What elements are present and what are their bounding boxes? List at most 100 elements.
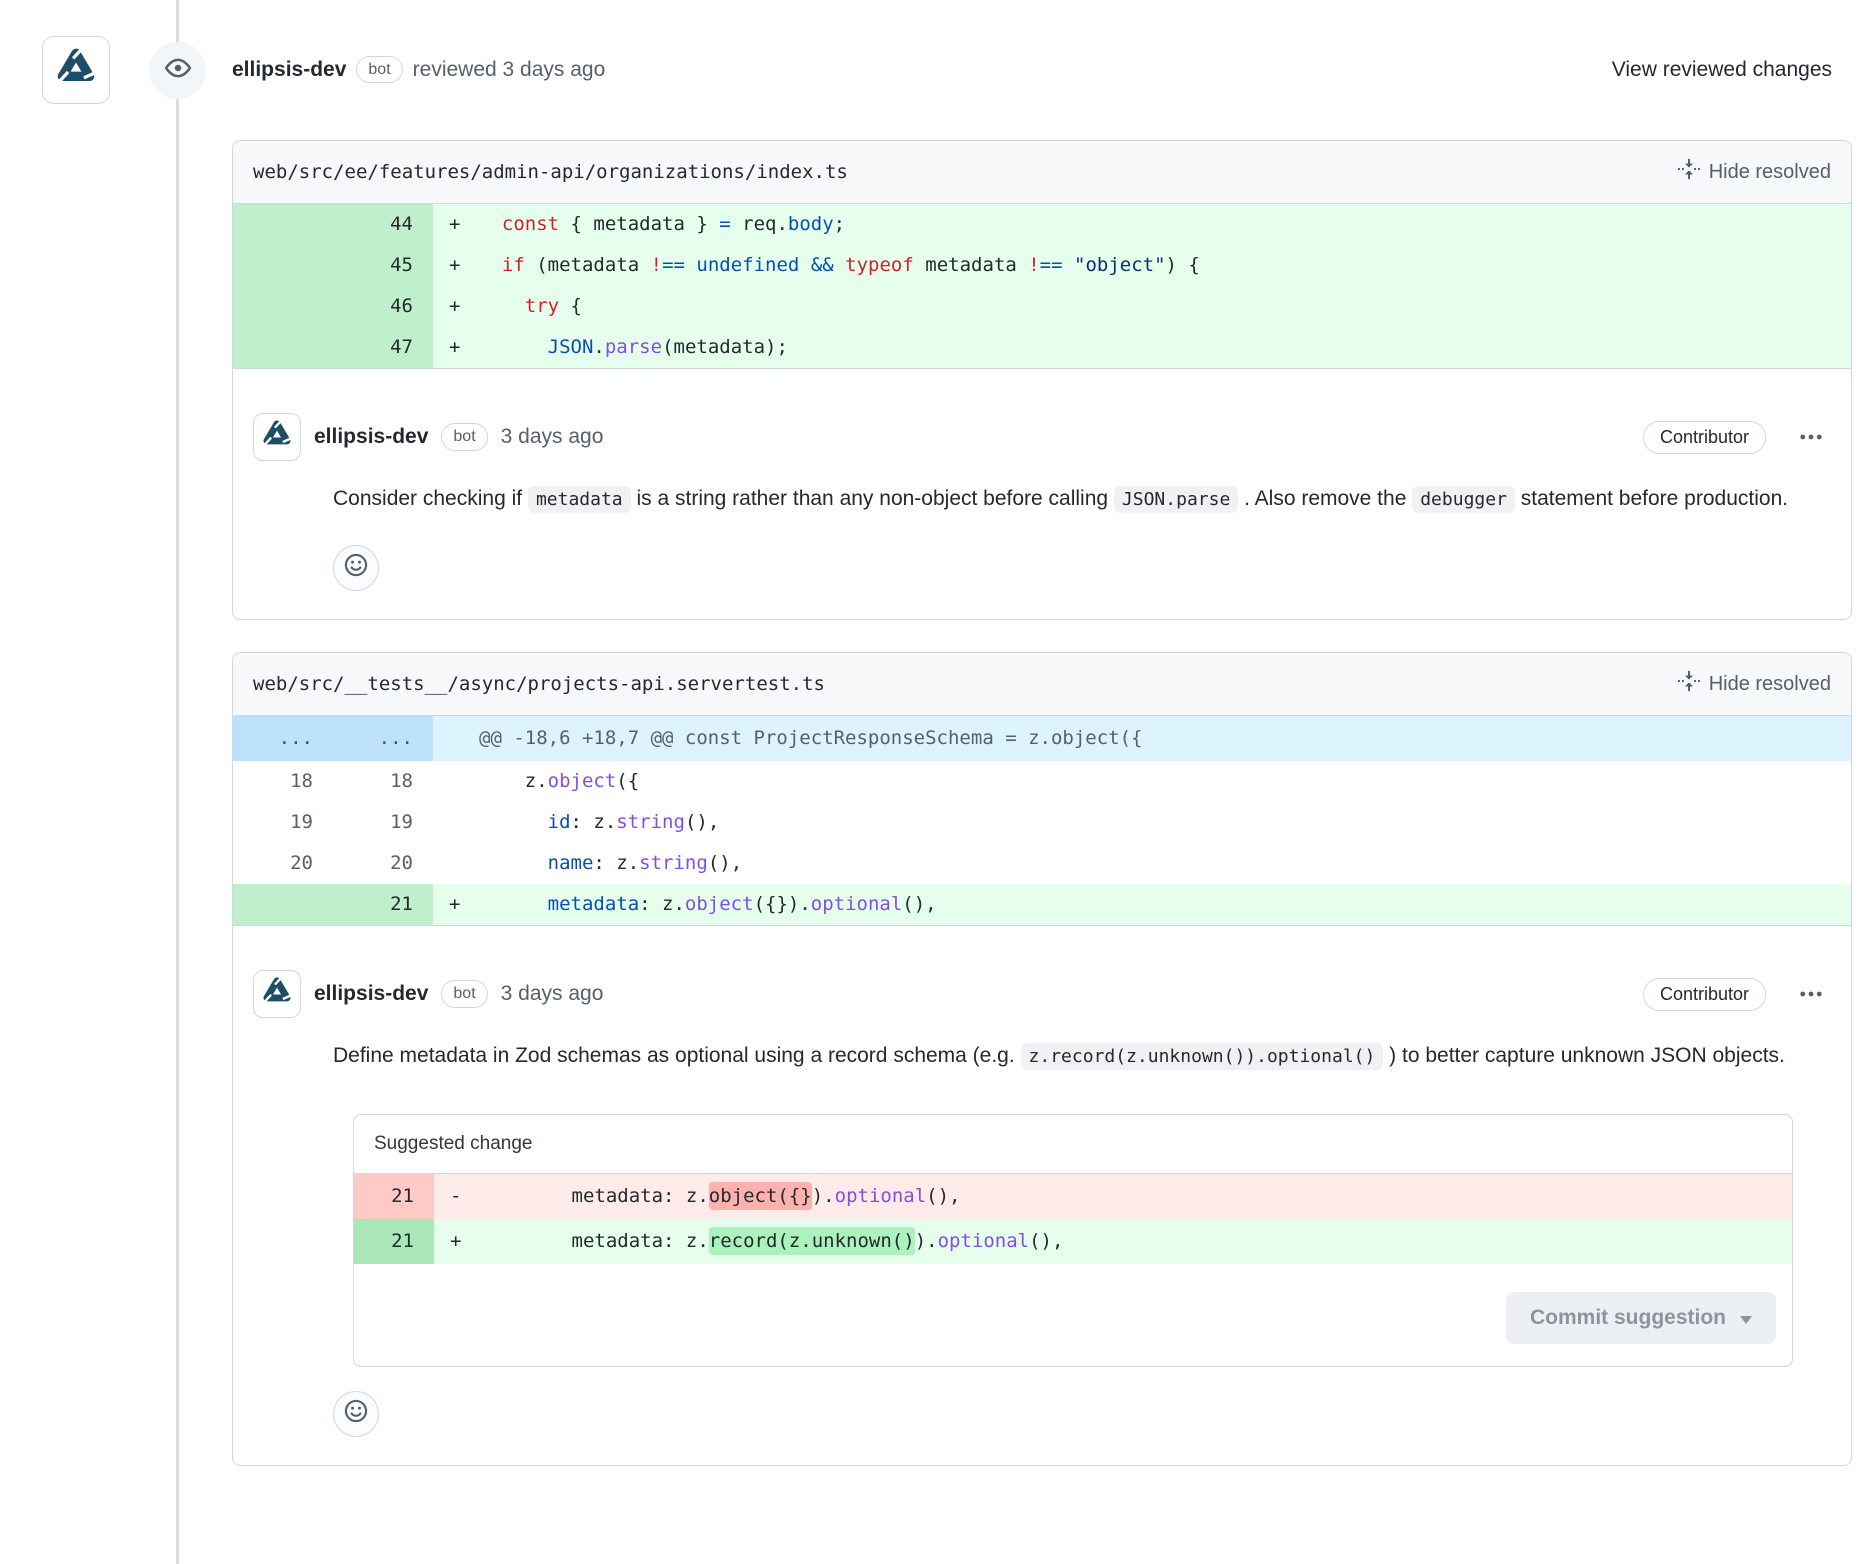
- ellipsis-logo-icon: [260, 417, 294, 457]
- bot-badge: bot: [441, 423, 487, 450]
- old-line-number: 20: [233, 843, 333, 884]
- comment-avatar[interactable]: [253, 413, 301, 461]
- diff-row: 44 + const { metadata } = req.body;: [233, 204, 1851, 245]
- review-thread-card-1: web/src/ee/features/admin-api/organizati…: [232, 140, 1852, 620]
- suggestion-deletion-row: 21 - metadata: z.object({}).optional(),: [354, 1174, 1792, 1219]
- contributor-badge: Contributor: [1643, 978, 1766, 1011]
- comment-header: ellipsis-dev bot 3 days ago Contributor: [253, 970, 1831, 1018]
- comment-author-link[interactable]: ellipsis-dev: [314, 982, 428, 1006]
- diff-row: 18 18 z.object({: [233, 761, 1851, 802]
- code-line: const { metadata } = req.body;: [479, 204, 1851, 245]
- review-eye-badge: [149, 42, 206, 99]
- comment-header: ellipsis-dev bot 3 days ago Contributor: [253, 413, 1831, 461]
- code-line: metadata: z.record(z.unknown()).optional…: [480, 1219, 1792, 1264]
- review-comment-2: ellipsis-dev bot 3 days ago Contributor …: [233, 926, 1851, 1465]
- diff-marker: [433, 843, 479, 884]
- code-line: z.object({: [479, 761, 1851, 802]
- add-reaction-button[interactable]: [333, 545, 379, 591]
- code-line: if (metadata !== undefined && typeof met…: [479, 245, 1851, 286]
- new-line-number: 19: [333, 802, 433, 843]
- review-threads: web/src/ee/features/admin-api/organizati…: [232, 140, 1852, 1498]
- suggestion-footer: Commit suggestion: [354, 1264, 1792, 1366]
- suggested-change-title: Suggested change: [354, 1115, 1792, 1174]
- diff-marker: [433, 761, 479, 802]
- old-line-number: [233, 884, 333, 925]
- ellipsis-logo-icon: [53, 44, 99, 96]
- new-line-number: 46: [333, 286, 433, 327]
- diff-row: 21 + metadata: z.object({}).optional(),: [233, 884, 1851, 925]
- ellipsis-logo-icon: [260, 974, 294, 1014]
- hunk-header-row: ... ... @@ -18,6 +18,7 @@ const ProjectR…: [233, 716, 1851, 761]
- code-line: metadata: z.object({}).optional(),: [480, 1174, 1792, 1219]
- file-header-1: web/src/ee/features/admin-api/organizati…: [233, 141, 1851, 204]
- old-line-number: [233, 204, 333, 245]
- suggestion-addition-row: 21 + metadata: z.record(z.unknown()).opt…: [354, 1219, 1792, 1264]
- hide-resolved-label: Hide resolved: [1709, 161, 1831, 184]
- code-line: id: z.string(),: [479, 802, 1851, 843]
- code-line: name: z.string(),: [479, 843, 1851, 884]
- diff-marker: +: [433, 286, 479, 327]
- review-comment-1: ellipsis-dev bot 3 days ago Contributor …: [233, 369, 1851, 619]
- new-line-number: 47: [333, 327, 433, 368]
- line-number: 21: [354, 1219, 434, 1264]
- hunk-old-ellipsis: ...: [233, 716, 333, 761]
- suggestion-diff: 21 - metadata: z.object({}).optional(), …: [354, 1174, 1792, 1264]
- hide-resolved-button[interactable]: Hide resolved: [1678, 158, 1831, 186]
- diff-marker: +: [434, 1219, 480, 1264]
- reviewer-name-link[interactable]: ellipsis-dev: [232, 58, 346, 82]
- fold-icon: [1678, 158, 1700, 186]
- diff-row: 45 + if (metadata !== undefined && typeo…: [233, 245, 1851, 286]
- kebab-menu-icon[interactable]: [1799, 425, 1823, 449]
- commit-suggestion-button[interactable]: Commit suggestion: [1506, 1292, 1776, 1344]
- kebab-menu-icon[interactable]: [1799, 982, 1823, 1006]
- hunk-header-text: @@ -18,6 +18,7 @@ const ProjectResponseS…: [433, 716, 1851, 761]
- diff-marker: +: [433, 884, 479, 925]
- eye-icon: [163, 53, 193, 89]
- add-reaction-button[interactable]: [333, 1391, 379, 1437]
- diff-marker: -: [434, 1174, 480, 1219]
- bot-badge: bot: [441, 980, 487, 1007]
- contributor-badge: Contributor: [1643, 421, 1766, 454]
- hide-resolved-button[interactable]: Hide resolved: [1678, 670, 1831, 698]
- timeline-line: [176, 0, 179, 1564]
- new-line-number: 18: [333, 761, 433, 802]
- diff-block-2: ... ... @@ -18,6 +18,7 @@ const ProjectR…: [233, 716, 1851, 926]
- view-reviewed-changes-link[interactable]: View reviewed changes: [1612, 58, 1832, 82]
- comment-body: Consider checking if metadata is a strin…: [333, 477, 1815, 521]
- code-line: metadata: z.object({}).optional(),: [479, 884, 1851, 925]
- new-line-number: 20: [333, 843, 433, 884]
- diff-row: 20 20 name: z.string(),: [233, 843, 1851, 884]
- old-line-number: 19: [233, 802, 333, 843]
- bot-badge: bot: [356, 56, 402, 83]
- new-line-number: 44: [333, 204, 433, 245]
- line-number: 21: [354, 1174, 434, 1219]
- diff-row: 19 19 id: z.string(),: [233, 802, 1851, 843]
- diff-block-1: 44 + const { metadata } = req.body; 45 +…: [233, 204, 1851, 369]
- comment-timestamp[interactable]: 3 days ago: [501, 982, 604, 1006]
- smiley-icon: [343, 1398, 369, 1430]
- file-path-link[interactable]: web/src/__tests__/async/projects-api.ser…: [253, 673, 825, 695]
- new-line-number: 21: [333, 884, 433, 925]
- diff-marker: +: [433, 327, 479, 368]
- fold-icon: [1678, 670, 1700, 698]
- new-line-number: 45: [333, 245, 433, 286]
- diff-marker: +: [433, 204, 479, 245]
- diff-row: 46 + try {: [233, 286, 1851, 327]
- reviewer-avatar[interactable]: [42, 36, 110, 104]
- old-line-number: 18: [233, 761, 333, 802]
- comment-body: Define metadata in Zod schemas as option…: [333, 1034, 1815, 1078]
- file-path-link[interactable]: web/src/ee/features/admin-api/organizati…: [253, 161, 848, 183]
- code-line: try {: [479, 286, 1851, 327]
- diff-marker: +: [433, 245, 479, 286]
- comment-avatar[interactable]: [253, 970, 301, 1018]
- old-line-number: [233, 245, 333, 286]
- review-header: ellipsis-dev bot reviewed 3 days ago Vie…: [232, 56, 1832, 83]
- old-line-number: [233, 286, 333, 327]
- chevron-down-icon: [1740, 1306, 1752, 1330]
- diff-row: 47 + JSON.parse(metadata);: [233, 327, 1851, 368]
- review-action-text: reviewed 3 days ago: [413, 58, 606, 82]
- comment-timestamp[interactable]: 3 days ago: [501, 425, 604, 449]
- comment-author-link[interactable]: ellipsis-dev: [314, 425, 428, 449]
- hunk-new-ellipsis: ...: [333, 716, 433, 761]
- diff-marker: [433, 802, 479, 843]
